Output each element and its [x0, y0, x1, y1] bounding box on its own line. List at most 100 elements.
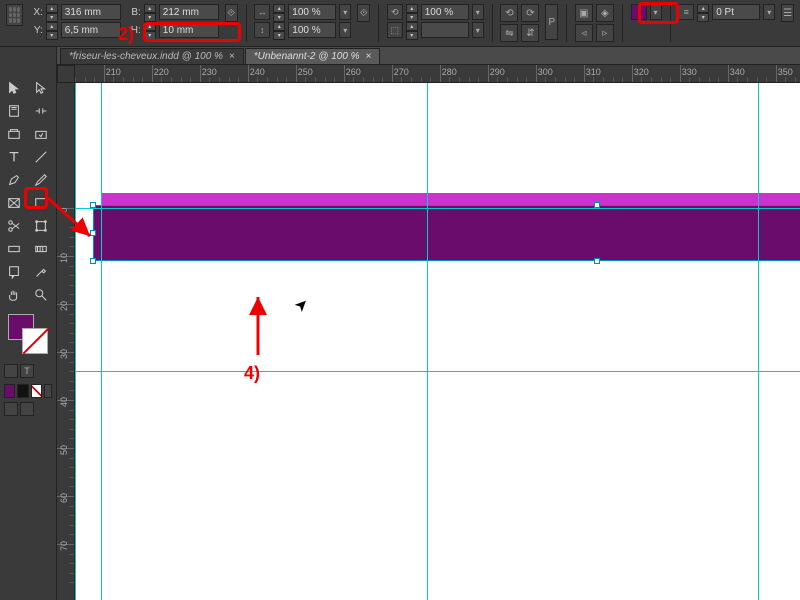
w-field[interactable]: 212 mm: [159, 4, 219, 20]
reference-point-grid[interactable]: [6, 4, 23, 26]
panel-menu-button[interactable]: ☰: [781, 4, 794, 22]
select-container-button[interactable]: ▣: [575, 4, 593, 22]
paragraph-style-button[interactable]: P: [545, 4, 558, 40]
selection-handle[interactable]: [90, 258, 96, 264]
y-spinner[interactable]: ▴▾: [46, 22, 58, 38]
selection-handle[interactable]: [90, 230, 96, 236]
formatting-text-button[interactable]: T: [20, 364, 34, 378]
gradient-feather-tool[interactable]: [29, 238, 53, 260]
scale-y-icon: ↕: [254, 22, 270, 38]
scale-x-field[interactable]: 100 %: [288, 4, 336, 20]
shear-spinner[interactable]: ▴▾: [406, 22, 418, 38]
h-label: H:: [127, 25, 141, 36]
selection-handle[interactable]: [594, 258, 600, 264]
flip-v-button[interactable]: ⇵: [521, 24, 539, 42]
shear-field[interactable]: [421, 22, 469, 38]
stroke-box[interactable]: [22, 328, 48, 354]
mini-flyout[interactable]: [44, 384, 52, 398]
magenta-bar-shape[interactable]: [101, 193, 800, 205]
apply-color-button[interactable]: [4, 384, 15, 398]
free-transform-tool[interactable]: [29, 215, 53, 237]
tab-label: *friseur-les-cheveux.indd @ 100 %: [69, 51, 223, 62]
guide-vertical[interactable]: [427, 83, 428, 600]
control-bar: X: ▴▾ 316 mm Y: ▴▾ 6,5 mm B: ▴▾ 212 mm H…: [0, 0, 800, 47]
apply-gradient-button[interactable]: [17, 384, 28, 398]
scale-x-icon: ↔: [254, 4, 270, 20]
fill-dropdown[interactable]: ▾: [650, 4, 662, 20]
stroke-dropdown[interactable]: ▾: [763, 4, 775, 20]
line-tool[interactable]: [29, 146, 53, 168]
tab-label: *Unbenannt-2 @ 100 %: [254, 51, 360, 62]
vertical-ruler[interactable]: 010203040506070: [57, 83, 75, 600]
rectangle-tool[interactable]: [29, 192, 53, 214]
w-spinner[interactable]: ▴▾: [144, 4, 156, 20]
note-tool[interactable]: [2, 261, 26, 283]
stroke-weight-field[interactable]: 0 Pt: [712, 4, 760, 20]
rectangle-frame-tool[interactable]: [2, 192, 26, 214]
selection-handle[interactable]: [594, 202, 600, 208]
apply-none-button[interactable]: [31, 384, 42, 398]
shear-dropdown[interactable]: ▾: [472, 22, 484, 38]
gap-tool[interactable]: [29, 100, 53, 122]
guide-vertical[interactable]: [75, 83, 76, 600]
h-spinner[interactable]: ▴▾: [144, 22, 156, 38]
view-mode-normal[interactable]: [4, 402, 18, 416]
ruler-origin-box[interactable]: [57, 65, 75, 83]
formatting-container-button[interactable]: [4, 364, 18, 378]
direct-selection-tool[interactable]: [29, 77, 53, 99]
y-field[interactable]: 6,5 mm: [61, 22, 121, 38]
select-next-button[interactable]: ▹: [596, 24, 614, 42]
view-mode-preview[interactable]: [20, 402, 34, 416]
gradient-swatch-tool[interactable]: [2, 238, 26, 260]
hand-tool[interactable]: [2, 284, 26, 306]
content-collector-tool[interactable]: [2, 123, 26, 145]
document-canvas[interactable]: [75, 83, 800, 600]
horizontal-ruler[interactable]: 2002102202302402502602702802903003103203…: [75, 65, 800, 83]
document-tab[interactable]: *friseur-les-cheveux.indd @ 100 % ×: [60, 48, 244, 64]
selection-handle[interactable]: [90, 202, 96, 208]
pencil-tool[interactable]: [29, 169, 53, 191]
fill-color-swatch[interactable]: [631, 4, 647, 20]
document-tab[interactable]: *Unbenannt-2 @ 100 % ×: [245, 48, 381, 64]
rotate-icon: ⟲: [387, 4, 403, 20]
select-content-button[interactable]: ◈: [596, 4, 614, 22]
fill-stroke-proxy[interactable]: [8, 314, 48, 354]
constrain-scale-icon[interactable]: ⟐: [357, 4, 370, 22]
scale-x-spinner[interactable]: ▴▾: [273, 4, 285, 20]
rotate-ccw-button[interactable]: ⟲: [500, 4, 518, 22]
stroke-spinner[interactable]: ▴▾: [697, 4, 709, 20]
purple-bar-shape[interactable]: [93, 205, 800, 261]
guide-horizontal[interactable]: [75, 371, 800, 372]
close-icon[interactable]: ×: [366, 51, 372, 62]
page-tool[interactable]: [2, 100, 26, 122]
rotate-dropdown[interactable]: ▾: [472, 4, 484, 20]
guide-horizontal[interactable]: [75, 208, 800, 209]
guide-vertical[interactable]: [101, 83, 102, 600]
rotate-cw-button[interactable]: ⟳: [521, 4, 539, 22]
type-tool[interactable]: [2, 146, 26, 168]
document-tab-bar: *friseur-les-cheveux.indd @ 100 % × *Unb…: [0, 47, 800, 65]
close-icon[interactable]: ×: [229, 51, 235, 62]
scale-x-dropdown[interactable]: ▾: [339, 4, 351, 20]
x-spinner[interactable]: ▴▾: [46, 4, 58, 20]
w-label: B:: [127, 7, 141, 18]
scale-y-dropdown[interactable]: ▾: [339, 22, 351, 38]
select-prev-button[interactable]: ◃: [575, 24, 593, 42]
guide-vertical[interactable]: [758, 83, 759, 600]
y-label: Y:: [29, 25, 43, 36]
scissors-tool[interactable]: [2, 215, 26, 237]
x-field[interactable]: 316 mm: [61, 4, 121, 20]
flip-h-button[interactable]: ⇋: [500, 24, 518, 42]
pen-tool[interactable]: [2, 169, 26, 191]
stroke-weight-icon: ≡: [678, 4, 694, 20]
h-field[interactable]: 10 mm: [159, 22, 219, 38]
rotate-spinner[interactable]: ▴▾: [406, 4, 418, 20]
scale-y-spinner[interactable]: ▴▾: [273, 22, 285, 38]
scale-y-field[interactable]: 100 %: [288, 22, 336, 38]
eyedropper-tool[interactable]: [29, 261, 53, 283]
content-placer-tool[interactable]: [29, 123, 53, 145]
rotate-field[interactable]: 100 %: [421, 4, 469, 20]
constrain-wh-icon[interactable]: ⟐: [225, 4, 238, 22]
selection-tool[interactable]: [2, 77, 26, 99]
zoom-tool[interactable]: [29, 284, 53, 306]
